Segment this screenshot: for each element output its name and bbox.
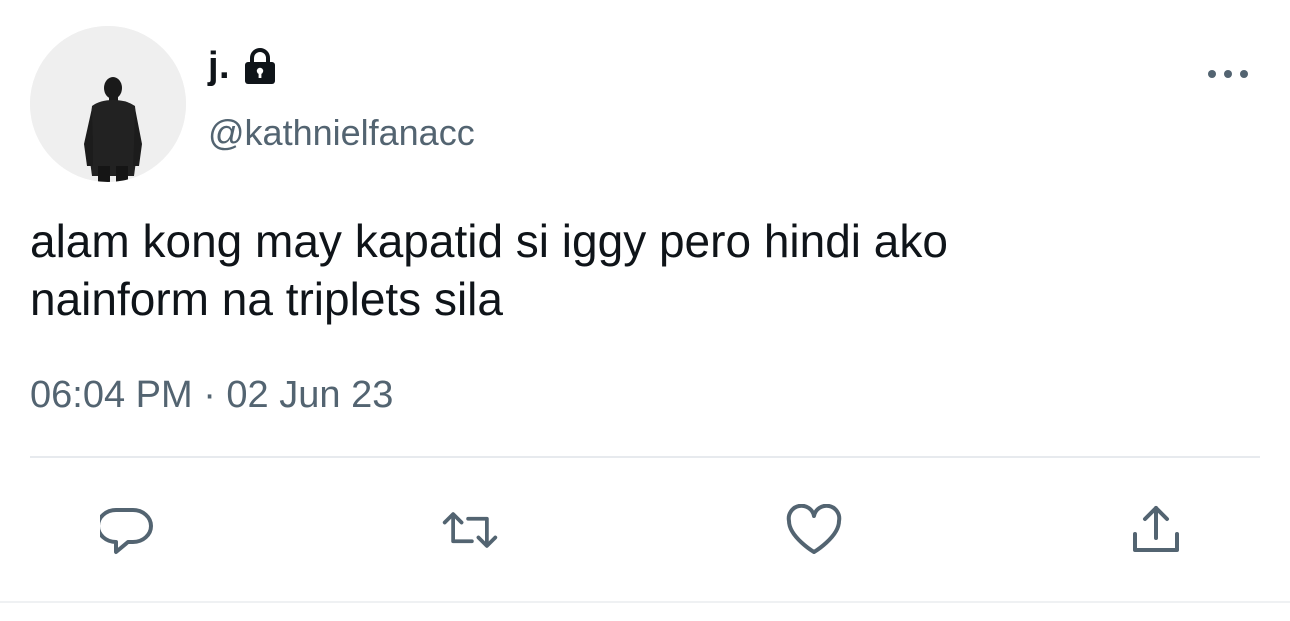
share-button[interactable] (1126, 500, 1186, 560)
avatar-photo (30, 26, 186, 182)
reply-icon (100, 508, 153, 554)
lock-icon (242, 47, 278, 85)
retweet-button[interactable] (440, 500, 500, 560)
reply-button[interactable] (98, 500, 158, 560)
heart-icon (786, 504, 842, 554)
more-dot (1240, 70, 1248, 78)
avatar[interactable] (30, 26, 186, 182)
share-icon (1133, 506, 1179, 552)
display-name[interactable]: j. (208, 45, 230, 88)
timestamp[interactable]: 06:04 PM · 02 Jun 23 (30, 374, 393, 417)
more-dot (1208, 70, 1216, 78)
bottom-divider (0, 601, 1290, 603)
author-name-row: j. (208, 42, 278, 90)
divider (30, 456, 1260, 458)
like-button[interactable] (784, 500, 844, 560)
handle[interactable]: @kathnielfanacc (208, 112, 475, 154)
tweet-text: alam kong may kapatid si iggy pero hindi… (30, 215, 948, 325)
more-dot (1224, 70, 1232, 78)
more-icon[interactable] (1208, 62, 1248, 86)
retweet-icon (442, 512, 498, 548)
